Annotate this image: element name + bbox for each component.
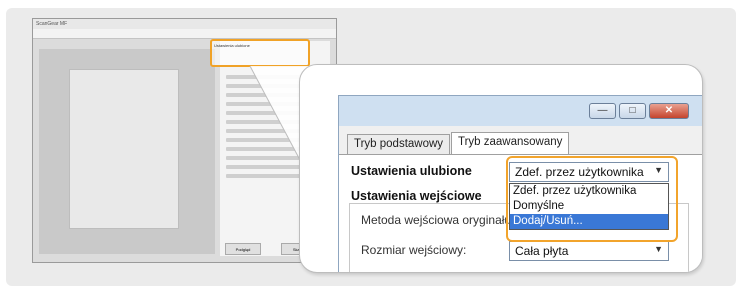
- favorite-settings-label: Ustawienia ulubione: [351, 164, 472, 178]
- input-size-value: Cała płyta: [515, 244, 569, 258]
- thumbnail-favorite-highlight: Ustawienia ulubione: [210, 39, 310, 67]
- minimize-icon[interactable]: —: [589, 103, 616, 119]
- tab-basic-mode[interactable]: Tryb podstawowy: [347, 134, 451, 154]
- thumbnail-document-page: [69, 69, 179, 229]
- input-method-label: Metoda wejściowa oryginału: [361, 213, 512, 227]
- thumbnail-titlebar: ScanGear MF: [33, 19, 336, 29]
- thumbnail-preview-button: Podgląd: [225, 243, 261, 255]
- maximize-icon[interactable]: □: [619, 103, 646, 119]
- thumbnail-toolbar: [33, 29, 336, 39]
- input-size-select[interactable]: Cała płyta ▼: [509, 241, 669, 261]
- close-icon[interactable]: ✕: [649, 103, 689, 119]
- app-window-thumbnail: ScanGear MF Podgląd Skanuj Ustawienia ul…: [32, 18, 337, 263]
- thumbnail-favorite-label: Ustawienia ulubione: [214, 43, 250, 48]
- zoom-callout: — □ ✕ Tryb podstawowy Tryb zaawansowany …: [299, 64, 703, 273]
- chevron-down-icon: ▼: [654, 244, 663, 254]
- thumbnail-preview-area: [39, 49, 215, 254]
- input-size-label: Rozmiar wejściowy:: [361, 243, 467, 257]
- window-controls: — □ ✕: [589, 103, 689, 119]
- tab-advanced-mode[interactable]: Tryb zaawansowany: [451, 132, 570, 154]
- input-settings-heading: Ustawienia wejściowe: [351, 189, 482, 203]
- favorite-settings-highlight-frame: [506, 156, 678, 242]
